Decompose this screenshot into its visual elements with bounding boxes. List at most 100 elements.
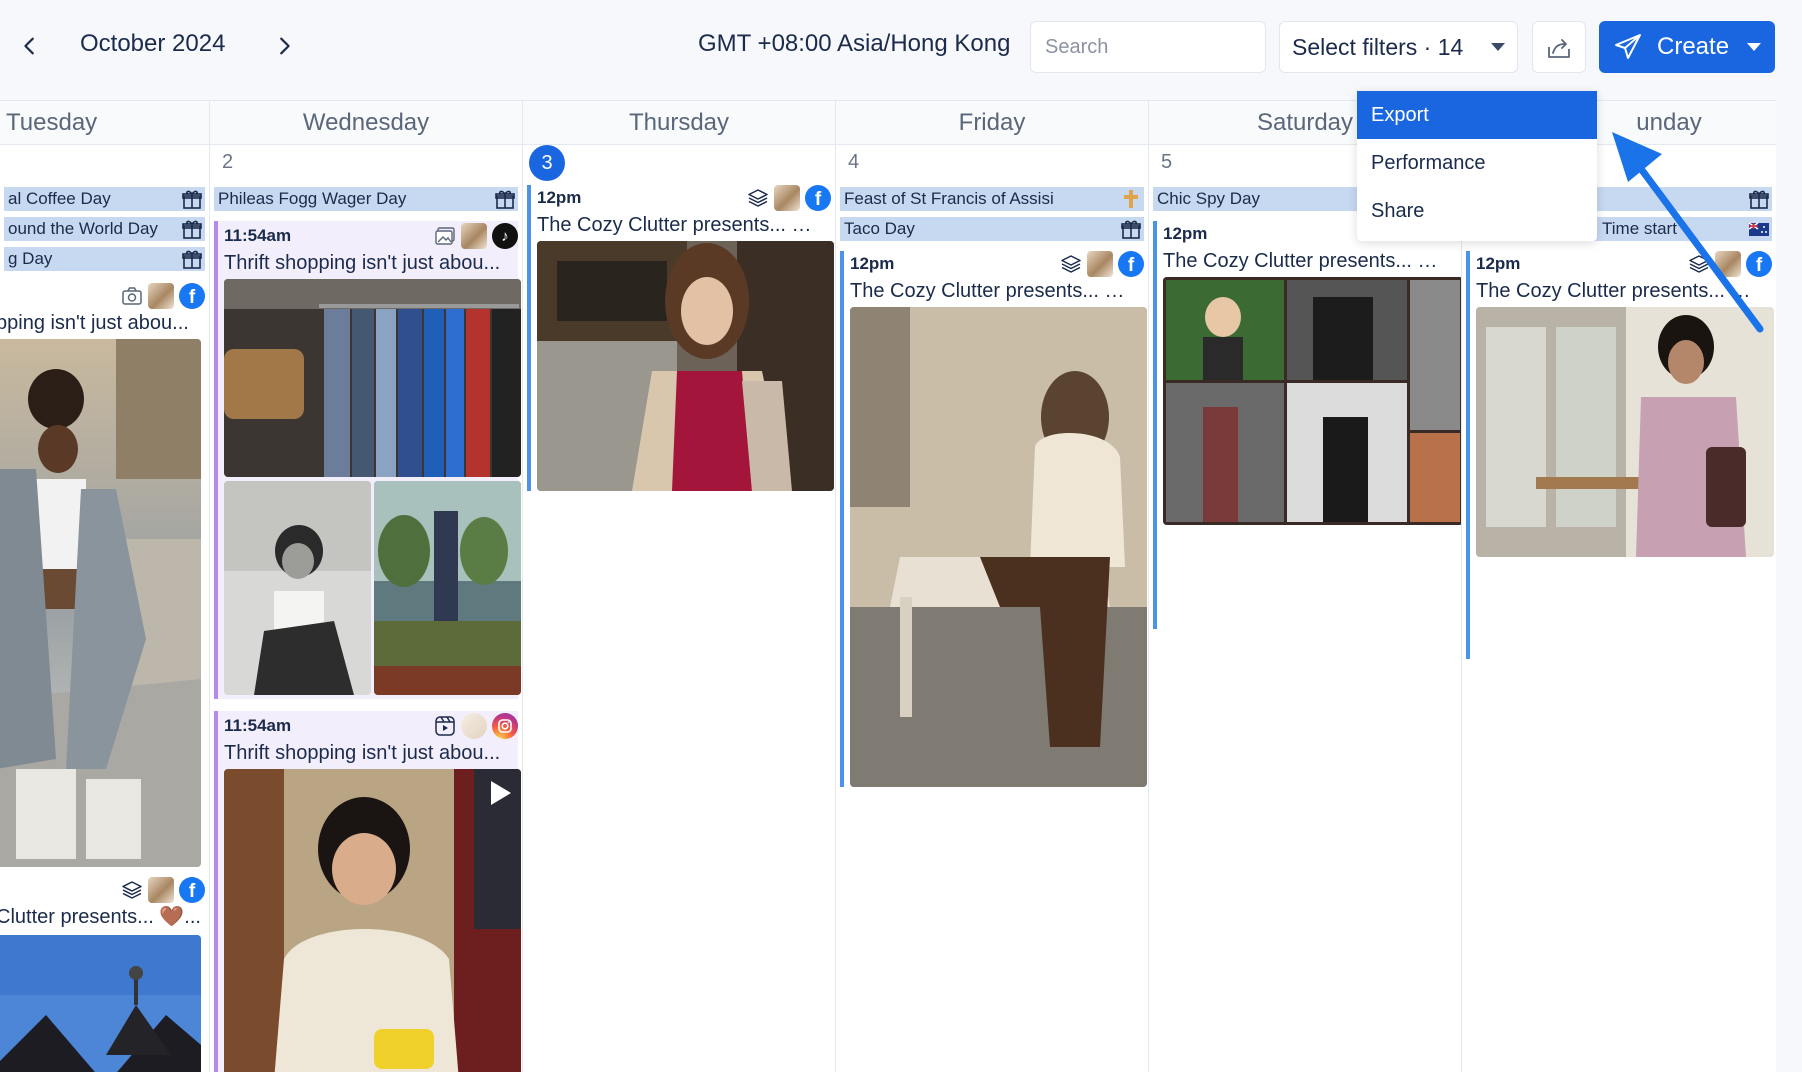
day-column-thursday[interactable]: Thursday 3 12pm f The Cozy Clutter prese… [523, 101, 836, 1072]
day-number-today: 3 [529, 145, 565, 181]
gift-icon [1749, 190, 1769, 209]
gift-icon [182, 220, 202, 239]
post-image[interactable] [0, 935, 201, 1072]
australia-flag-icon [1748, 222, 1769, 236]
gift-icon [495, 190, 515, 209]
chevron-left-icon [24, 37, 34, 55]
post-video[interactable] [224, 769, 521, 1072]
calendar-header: October 2024 GMT +08:00 Asia/Hong Kong S… [0, 0, 1802, 98]
holiday-label: Time start [1602, 219, 1677, 238]
post-image[interactable] [537, 241, 834, 491]
post-title: Thrift shopping isn't just abou... [224, 252, 501, 274]
day-header: Friday [836, 101, 1148, 145]
day-column-friday[interactable]: Friday 4 Feast of St Francis of Assisi T… [836, 101, 1149, 1072]
post-meta: 11:54am [218, 713, 518, 739]
post-image[interactable] [224, 481, 371, 695]
post-image[interactable] [0, 339, 201, 867]
woman-pink-shirt-photo [1476, 307, 1774, 557]
account-avatar [148, 877, 174, 903]
tiktok-icon: ♪ [492, 223, 518, 249]
day-column-sunday[interactable]: unday Time start 12pm f The Cozy Clutter… [1462, 101, 1776, 1072]
holiday-item[interactable]: g Day [4, 247, 205, 271]
post-card[interactable]: 12pm f The Cozy Clutter presents... 🤎... [527, 185, 834, 491]
account-avatar [1715, 251, 1741, 277]
day-header: Tuesday [0, 101, 209, 145]
next-month-button[interactable] [264, 26, 304, 66]
holiday-label: ound the World Day [8, 219, 158, 238]
post-meta: f [0, 877, 205, 903]
timezone-label[interactable]: GMT +08:00 Asia/Hong Kong [698, 30, 1010, 58]
post-image[interactable] [1476, 307, 1774, 557]
post-title: The Cozy Clutter presents... 🤎... [537, 214, 831, 236]
post-title: The Cozy Clutter presents... 🤎... [1476, 280, 1772, 302]
house-photo [0, 935, 201, 1072]
menu-item-share[interactable]: Share [1357, 187, 1597, 235]
filters-select[interactable]: Select filters · 14 [1279, 21, 1518, 73]
day-column-wednesday[interactable]: Wednesday 2 Phileas Fogg Wager Day 11:54… [210, 101, 523, 1072]
holiday-item[interactable]: Taco Day [840, 217, 1144, 241]
post-title: pping isn't just abou... [0, 312, 189, 334]
post-meta: 12pm f [844, 251, 1144, 277]
holiday-item[interactable]: al Coffee Day [4, 187, 205, 211]
gift-icon [182, 250, 202, 269]
post-image[interactable] [1163, 277, 1461, 525]
send-icon [1615, 34, 1641, 59]
fashion-photo [0, 339, 201, 867]
post-image[interactable] [850, 307, 1147, 787]
layers-icon [122, 881, 142, 899]
account-avatar [774, 185, 800, 211]
post-title: Clutter presents... 🤎... [0, 906, 201, 928]
search-input[interactable] [1030, 21, 1266, 73]
prev-month-button[interactable] [10, 26, 50, 66]
caret-down-icon [1491, 43, 1505, 51]
post-card[interactable]: 12pm f The Cozy Clutter presents... 🤎... [840, 251, 1147, 787]
month-label: October 2024 [80, 30, 226, 57]
share-export-button[interactable] [1532, 21, 1586, 73]
gift-icon [1121, 220, 1141, 239]
day-header: Wednesday [210, 101, 522, 145]
camera-icon [122, 287, 142, 305]
post-image[interactable] [224, 279, 521, 477]
caret-down-icon [1747, 43, 1761, 51]
facebook-icon: f [1746, 251, 1772, 277]
day-number: 2 [222, 151, 234, 173]
post-title: The Cozy Clutter presents... 🤎... [850, 280, 1144, 302]
create-button[interactable]: Create [1599, 21, 1775, 73]
holiday-item[interactable]: ound the World Day [4, 217, 205, 241]
post-card[interactable]: 12pm The Cozy Clutter presents... 🤎... [1153, 221, 1461, 629]
clothing-rack-photo [224, 279, 521, 477]
gallery-icon [435, 227, 455, 245]
post-image[interactable] [374, 481, 521, 695]
holiday-label: Taco Day [844, 219, 915, 238]
day-header: Thursday [523, 101, 835, 145]
day-number: 4 [848, 151, 860, 173]
account-avatar [148, 283, 174, 309]
woman-bench-photo [850, 307, 1147, 787]
holiday-item[interactable]: Feast of St Francis of Assisi [840, 187, 1144, 211]
layers-icon [1061, 255, 1081, 273]
post-meta: f [0, 283, 205, 309]
reel-icon [435, 716, 455, 736]
day-number: 5 [1161, 151, 1173, 173]
post-card[interactable]: 11:54am ♪ Thrift shopping isn't just abo… [214, 221, 521, 699]
post-card[interactable]: f pping isn't just abou... [0, 283, 205, 867]
day-column-tuesday[interactable]: Tuesday al Coffee Day ound the World Day… [0, 101, 210, 1072]
menu-item-export[interactable]: Export [1357, 91, 1597, 139]
instagram-icon [492, 713, 518, 739]
holiday-label: al Coffee Day [8, 189, 111, 208]
day-column-saturday[interactable]: Saturday 5 Chic Spy Day 12pm The Cozy Cl… [1149, 101, 1462, 1072]
shop-interior-photo [374, 481, 521, 695]
post-card[interactable]: f Clutter presents... 🤎... [0, 877, 205, 1072]
facebook-icon: f [805, 185, 831, 211]
gift-icon [182, 190, 202, 209]
share-icon [1548, 39, 1570, 58]
post-time: 12pm [1476, 254, 1521, 273]
post-meta: 12pm f [531, 185, 831, 211]
menu-item-performance[interactable]: Performance [1357, 139, 1597, 187]
holiday-item[interactable]: Phileas Fogg Wager Day [214, 187, 518, 211]
woman-red-sequin-photo [537, 241, 834, 491]
post-card[interactable]: 11:54am Thrift shopping isn't just abou.… [214, 711, 521, 1072]
facebook-icon: f [1118, 251, 1144, 277]
account-avatar [1087, 251, 1113, 277]
post-card[interactable]: 12pm f The Cozy Clutter presents... 🤎... [1466, 251, 1774, 659]
